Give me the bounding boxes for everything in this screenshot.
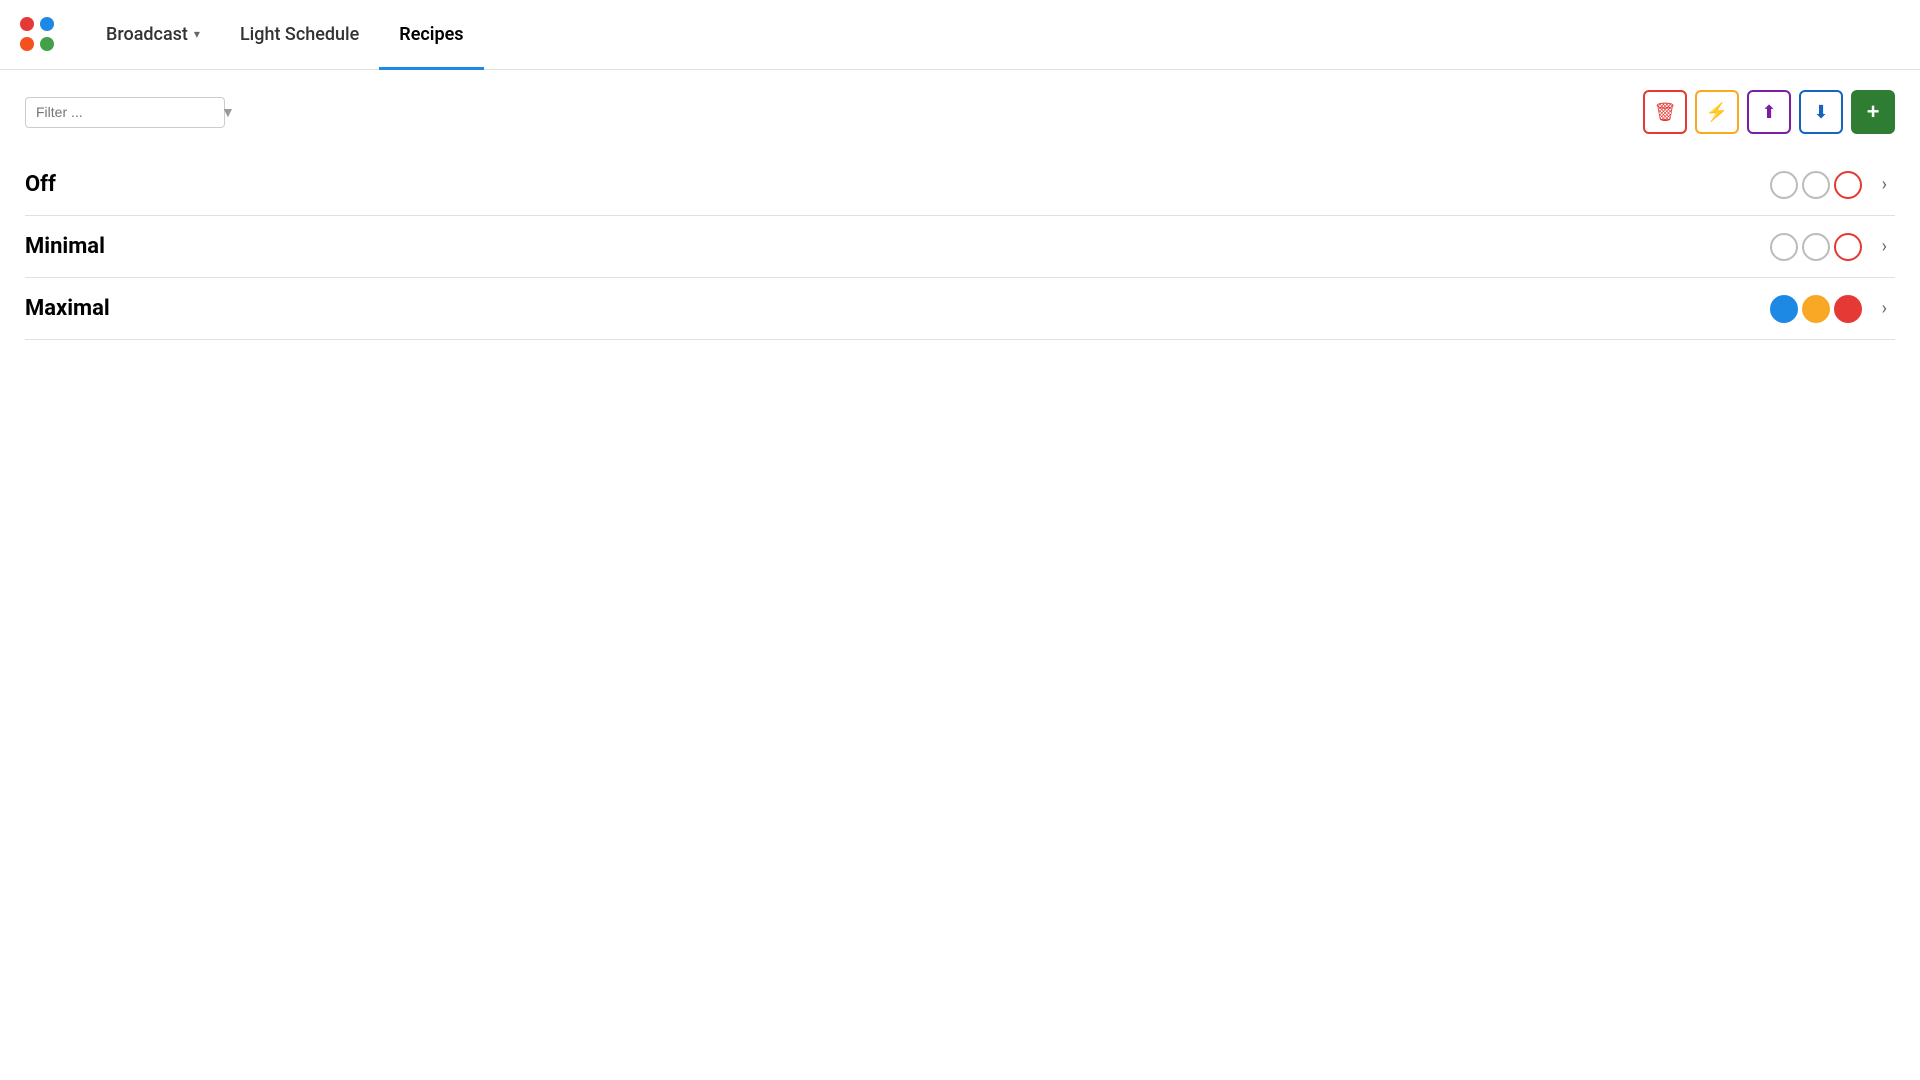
color-circles-minimal <box>1770 233 1862 261</box>
dot-green <box>40 37 54 51</box>
recipe-right-minimal: › <box>1770 232 1895 261</box>
trash-icon: 🗑 <box>1654 102 1677 123</box>
nav-light-schedule-label: Light Schedule <box>240 24 359 45</box>
recipe-name-off: Off <box>25 172 56 197</box>
filter-input-wrap[interactable]: ▼ <box>25 97 225 128</box>
plus-icon: + <box>1867 99 1880 125</box>
toolbar: ▼ 🗑 ⚡ ⬆ ⬇ + <box>25 90 1895 134</box>
nav-broadcast-label: Broadcast <box>106 24 188 45</box>
upload-icon: ⬆ <box>1761 102 1776 123</box>
topbar: Broadcast ▾ Light Schedule Recipes <box>0 0 1920 70</box>
recipe-row-off[interactable]: Off › <box>25 154 1895 216</box>
recipe-row-maximal[interactable]: Maximal › <box>25 278 1895 340</box>
dot-blue <box>40 17 54 31</box>
nav-recipes[interactable]: Recipes <box>379 1 483 70</box>
circle-minimal-3 <box>1834 233 1862 261</box>
recipe-row-minimal[interactable]: Minimal › <box>25 216 1895 278</box>
logo <box>20 17 56 53</box>
recipe-list: Off › Minimal › <box>25 154 1895 340</box>
chevron-expand-maximal[interactable]: › <box>1874 294 1895 323</box>
filter-icon: ▼ <box>221 104 235 121</box>
logo-dots <box>20 17 56 53</box>
flash-button[interactable]: ⚡ <box>1695 90 1739 134</box>
main-content: ▼ 🗑 ⚡ ⬆ ⬇ + Off <box>0 70 1920 360</box>
download-button[interactable]: ⬇ <box>1799 90 1843 134</box>
circle-maximal-3 <box>1834 295 1862 323</box>
color-circles-maximal <box>1770 295 1862 323</box>
dot-red <box>20 17 34 31</box>
color-circles-off <box>1770 171 1862 199</box>
circle-off-2 <box>1802 171 1830 199</box>
bolt-icon: ⚡ <box>1706 102 1728 123</box>
nav: Broadcast ▾ Light Schedule Recipes <box>86 0 484 69</box>
nav-light-schedule[interactable]: Light Schedule <box>220 1 379 70</box>
delete-button[interactable]: 🗑 <box>1643 90 1687 134</box>
add-button[interactable]: + <box>1851 90 1895 134</box>
circle-maximal-2 <box>1802 295 1830 323</box>
download-icon: ⬇ <box>1813 102 1828 123</box>
nav-broadcast[interactable]: Broadcast ▾ <box>86 1 220 70</box>
upload-button[interactable]: ⬆ <box>1747 90 1791 134</box>
circle-minimal-2 <box>1802 233 1830 261</box>
nav-recipes-label: Recipes <box>399 24 463 45</box>
recipe-name-maximal: Maximal <box>25 296 110 321</box>
circle-off-1 <box>1770 171 1798 199</box>
circle-minimal-1 <box>1770 233 1798 261</box>
chevron-expand-off[interactable]: › <box>1874 170 1895 199</box>
dot-orange <box>20 37 34 51</box>
filter-input[interactable] <box>36 104 217 120</box>
circle-off-3 <box>1834 171 1862 199</box>
recipe-name-minimal: Minimal <box>25 234 105 259</box>
recipe-right-maximal: › <box>1770 294 1895 323</box>
circle-maximal-1 <box>1770 295 1798 323</box>
chevron-expand-minimal[interactable]: › <box>1874 232 1895 261</box>
toolbar-actions: 🗑 ⚡ ⬆ ⬇ + <box>1643 90 1895 134</box>
chevron-down-icon: ▾ <box>194 27 200 41</box>
recipe-right-off: › <box>1770 170 1895 199</box>
